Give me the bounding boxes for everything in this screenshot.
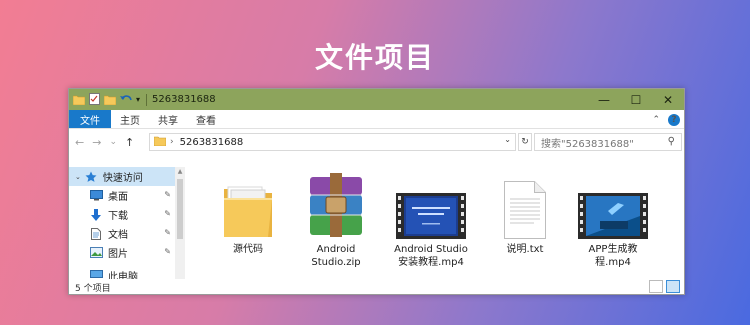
- details-view-button[interactable]: [649, 280, 663, 293]
- quick-access-toolbar: ▾ 5263831688: [72, 89, 216, 110]
- expand-chevron-icon[interactable]: ⌄: [75, 173, 81, 181]
- navigation-bar: ← → ⌄ ↑ › 5263831688 ⌄ ↻ 搜索"5263831688" …: [69, 129, 684, 155]
- item-count: 5 个项目: [75, 283, 111, 294]
- pin-icon[interactable]: ✎: [164, 228, 171, 237]
- sidebar-item-label: 桌面: [108, 192, 128, 203]
- view-toggle: [649, 280, 680, 293]
- search-icon[interactable]: ⚲: [668, 136, 675, 147]
- file-list: 源代码 Android Studio.zip Android Studio 安装…: [187, 161, 684, 279]
- ribbon-expand-icon[interactable]: ⌃: [652, 115, 660, 125]
- sidebar-item-pictures[interactable]: 图片 ✎: [69, 243, 175, 262]
- window-title: 5263831688: [152, 94, 216, 105]
- sidebar-item-documents[interactable]: 文档 ✎: [69, 224, 175, 243]
- page-banner-title: 文件项目: [314, 41, 435, 74]
- address-path[interactable]: 5263831688: [180, 137, 244, 148]
- address-bar[interactable]: › 5263831688 ⌄: [149, 133, 516, 151]
- folder-icon[interactable]: [72, 90, 86, 109]
- breadcrumb-chevron-icon[interactable]: ›: [170, 137, 174, 147]
- sidebar-item-label: 快速访问: [102, 173, 143, 184]
- status-bar: 5 个项目: [69, 279, 684, 295]
- forward-arrow-icon[interactable]: →: [92, 136, 101, 149]
- video-thumbnail-icon: [572, 169, 654, 239]
- computer-icon: [89, 270, 103, 280]
- sidebar-scrollbar[interactable]: ▲: [175, 167, 185, 279]
- winrar-archive-icon: [295, 169, 377, 239]
- pin-icon[interactable]: ✎: [164, 190, 171, 199]
- customize-dropdown-icon[interactable]: ▾: [136, 95, 140, 104]
- star-icon: [84, 171, 98, 183]
- file-name: Android Studio.zip: [311, 244, 361, 268]
- ribbon-tabs: 文件 主页 共享 查看 ⌃ ?: [69, 110, 684, 129]
- title-divider: [146, 93, 148, 106]
- maximize-button[interactable]: ☐: [620, 89, 652, 110]
- scroll-up-icon[interactable]: ▲: [175, 167, 185, 177]
- sidebar-item-desktop[interactable]: 桌面 ✎: [69, 186, 175, 205]
- pictures-icon: [89, 247, 103, 259]
- sidebar-item-quick-access[interactable]: ⌄ 快速访问: [69, 167, 175, 186]
- properties-check-icon[interactable]: [89, 90, 100, 109]
- up-arrow-icon[interactable]: ↑: [125, 136, 134, 149]
- folder-icon: [207, 169, 289, 239]
- navigation-pane: ⌄ 快速访问 桌面 ✎ 下载 ✎ 文档 ✎ 图片 ✎ 此电脑: [69, 167, 175, 279]
- title-bar: ▾ 5263831688 — ☐ ✕: [69, 89, 684, 110]
- pin-icon[interactable]: ✎: [164, 247, 171, 256]
- document-icon: [89, 227, 103, 240]
- ribbon-right-controls: ⌃ ?: [652, 110, 680, 129]
- minimize-button[interactable]: —: [588, 89, 620, 110]
- address-folder-icon: [153, 136, 167, 149]
- search-input[interactable]: 搜索"5263831688" ⚲: [534, 133, 682, 151]
- sidebar-item-this-pc[interactable]: 此电脑: [69, 266, 175, 279]
- video-thumbnail-icon: [390, 169, 472, 239]
- large-icons-view-button[interactable]: [666, 280, 680, 293]
- sidebar-item-label: 此电脑: [108, 272, 138, 279]
- file-item-source-folder[interactable]: 源代码: [207, 169, 289, 256]
- file-name: Android Studio 安装教程.mp4: [394, 244, 468, 268]
- text-file-icon: [484, 169, 566, 239]
- file-explorer-window: ▾ 5263831688 — ☐ ✕ 文件 主页 共享 查看 ⌃ ? ← → ⌄…: [68, 88, 685, 295]
- download-arrow-icon: [89, 208, 103, 221]
- file-item-android-studio-tutorial-video[interactable]: Android Studio 安装教程.mp4: [390, 169, 472, 269]
- undo-icon[interactable]: [120, 90, 132, 109]
- refresh-button[interactable]: ↻: [518, 133, 532, 151]
- file-name: 说明.txt: [506, 244, 544, 255]
- tab-share[interactable]: 共享: [149, 110, 187, 128]
- file-name: APP生成教程.mp4: [588, 244, 638, 268]
- file-name: 源代码: [233, 244, 263, 255]
- file-item-android-studio-zip[interactable]: Android Studio.zip: [295, 169, 377, 269]
- back-arrow-icon[interactable]: ←: [75, 136, 84, 149]
- close-button[interactable]: ✕: [652, 89, 684, 110]
- sidebar-item-label: 文档: [108, 230, 128, 241]
- tab-file[interactable]: 文件: [69, 110, 111, 128]
- desktop-icon: [89, 190, 103, 202]
- sidebar-item-downloads[interactable]: 下载 ✎: [69, 205, 175, 224]
- search-placeholder: 搜索"5263831688": [541, 138, 634, 150]
- scrollbar-thumb[interactable]: [177, 179, 183, 239]
- file-item-readme-txt[interactable]: 说明.txt: [484, 169, 566, 256]
- tab-view[interactable]: 查看: [187, 110, 225, 128]
- new-folder-icon[interactable]: [103, 90, 117, 109]
- window-controls: — ☐ ✕: [588, 89, 684, 110]
- main-area: ⌄ 快速访问 桌面 ✎ 下载 ✎ 文档 ✎ 图片 ✎ 此电脑 ▲ 源代码 And…: [69, 161, 684, 279]
- pin-icon[interactable]: ✎: [164, 209, 171, 218]
- tab-home[interactable]: 主页: [111, 110, 149, 128]
- sidebar-item-label: 图片: [108, 249, 128, 260]
- file-item-app-tutorial-video[interactable]: APP生成教程.mp4: [572, 169, 654, 269]
- recent-locations-icon[interactable]: ⌄: [109, 137, 117, 147]
- help-icon[interactable]: ?: [668, 113, 680, 126]
- sidebar-item-label: 下载: [108, 211, 128, 222]
- address-dropdown-icon[interactable]: ⌄: [504, 135, 511, 144]
